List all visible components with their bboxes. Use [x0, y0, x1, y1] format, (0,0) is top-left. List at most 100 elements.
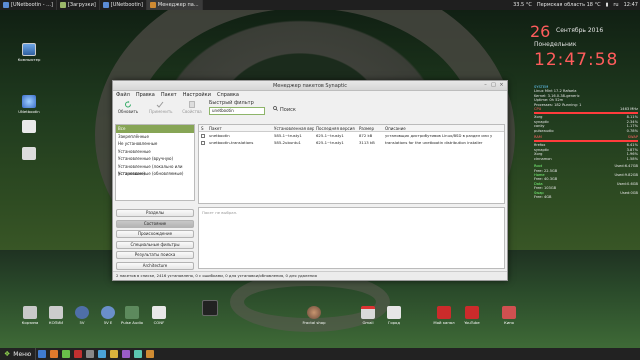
terminal-icon[interactable] — [86, 350, 95, 358]
table-row[interactable]: unetbootin 585-1~trusty1 625-1~trusty1 8… — [199, 132, 504, 139]
properties-button[interactable]: Свойства — [181, 99, 203, 114]
temperature-indicator[interactable]: 33.5 °C — [513, 2, 532, 8]
menubar: Файл Правка Пакет Настройки Справка — [113, 91, 507, 99]
office-icon[interactable] — [134, 350, 143, 358]
column-latest[interactable]: Последняя версия — [314, 125, 357, 131]
youtube-icon — [465, 306, 479, 319]
task-label: [UNetbootin - ...] — [11, 2, 53, 8]
menu-file[interactable]: Файл — [116, 92, 130, 98]
architecture-button[interactable]: Architecture — [116, 261, 194, 270]
skype-icon[interactable] — [98, 350, 107, 358]
column-package[interactable]: Пакет — [207, 125, 272, 131]
dock-item-backups[interactable]: КОПИИ — [42, 306, 70, 325]
menu-help[interactable]: Справка — [217, 92, 239, 98]
archive-icon[interactable] — [110, 350, 119, 358]
dock-item-app[interactable] — [196, 300, 224, 317]
firefox-icon[interactable] — [50, 350, 59, 358]
dock-item-city[interactable]: Город — [380, 306, 408, 325]
minimize-icon[interactable]: – — [483, 83, 488, 88]
media-icon[interactable] — [74, 350, 83, 358]
tray-clock[interactable]: 12:47 — [624, 2, 638, 8]
dock-item-pulseaudio[interactable]: Pulse Audio — [118, 306, 146, 325]
search-icon — [273, 106, 278, 113]
file-icon — [22, 120, 36, 133]
table-row[interactable]: unetbootin-translations 585-2ubuntu1 625… — [199, 139, 504, 146]
battery-icon[interactable]: ▮ — [606, 2, 609, 8]
apply-button[interactable]: Применить — [149, 99, 173, 114]
menu-edit[interactable]: Правка — [136, 92, 155, 98]
drive-icon — [75, 306, 89, 319]
taskbar-item-unetbootin-1[interactable]: [UNetbootin - ...] — [0, 0, 57, 10]
package-description: translations for the unetbootin distribu… — [385, 140, 483, 145]
category-item[interactable]: Установленные (обновляемые) — [116, 170, 194, 178]
system-tray: 33.5 °C Пермская область 18 °C ▮ ru 12:4… — [513, 0, 638, 10]
dock-item-youtube[interactable]: YouTube — [458, 306, 486, 325]
language-indicator[interactable]: ru — [613, 2, 618, 8]
category-item[interactable]: Установленные (локально или устаревшие) — [116, 163, 194, 177]
origin-button[interactable]: Происхождение — [116, 230, 194, 238]
dock-item-cinema[interactable]: Кино — [495, 306, 523, 325]
package-icon[interactable] — [146, 350, 155, 358]
proc-value: 1.58% — [626, 156, 638, 161]
window-body: Все Закреплённые Не установленные Устано… — [113, 120, 507, 271]
dock-item-gmail[interactable]: Gmail — [354, 306, 382, 325]
close-icon[interactable]: × — [499, 83, 504, 88]
desktop-icon-label: Компьютер — [17, 57, 41, 62]
task-label: Менеджер па... — [157, 2, 199, 8]
weather-indicator[interactable]: Пермская область 18 °C — [537, 2, 601, 8]
taskbar-item-synaptic[interactable]: Менеджер па... — [146, 0, 203, 10]
category-item[interactable]: Не установленные — [116, 140, 194, 148]
dock-item-mychannel[interactable]: Мой канал — [430, 306, 458, 325]
quick-filter-input[interactable]: unetbootin — [209, 107, 265, 115]
installed-version: 585-2ubuntu1 — [274, 140, 301, 145]
conky-cpu-label: CPU — [534, 107, 542, 112]
conky-monitor: SYSTEM Linux Mint 17.2 Rafaela Kernel: 3… — [534, 85, 638, 199]
video-icon — [502, 306, 516, 319]
package-name: unetbootin — [209, 133, 230, 138]
search-label: Поиск — [280, 106, 296, 113]
dock-item-fractal[interactable]: Fractal shop — [300, 306, 328, 325]
category-item[interactable]: Закреплённые — [116, 133, 194, 141]
latest-version: 625-1~trusty1 — [316, 133, 344, 138]
search-button[interactable]: Поиск — [273, 106, 296, 113]
dock-item-trash[interactable]: Корзина — [16, 306, 44, 325]
package-checkbox[interactable] — [201, 140, 205, 145]
package-checkbox[interactable] — [201, 133, 205, 138]
filter-panel: Все Закреплённые Не установленные Устано… — [115, 124, 195, 272]
disk-used: Used:6.47GB — [614, 164, 638, 169]
taskbar-item-downloads[interactable]: [Загрузки] — [57, 0, 100, 10]
package-name: unetbootin-translations — [209, 140, 254, 145]
category-item[interactable]: Установленные (вручную) — [116, 155, 194, 163]
menu-settings[interactable]: Настройки — [183, 92, 211, 98]
graphics-icon[interactable] — [122, 350, 131, 358]
menu-package[interactable]: Пакет — [161, 92, 177, 98]
search-results-button[interactable]: Результаты поиска — [116, 251, 194, 259]
disk-used: Used:0.6GB — [616, 181, 638, 186]
status-button[interactable]: Состояние — [116, 219, 194, 228]
start-menu-button[interactable]: ❖ Меню — [0, 348, 37, 360]
desktop-icon-computer[interactable]: Компьютер — [15, 43, 43, 62]
column-description[interactable]: Описание — [383, 125, 492, 131]
package-size: 872 kB — [359, 133, 373, 138]
column-size[interactable]: Размер — [357, 125, 383, 131]
files-icon[interactable] — [62, 350, 71, 358]
category-item[interactable]: Установленные — [116, 148, 194, 156]
window-titlebar[interactable]: Менеджер пакетов Synaptic – □ × — [113, 81, 507, 91]
desktop-icon-unetbootin[interactable]: UNetbootin — [15, 95, 43, 114]
conky-ram-bar — [534, 140, 638, 143]
dock-item-conf[interactable]: CONF — [145, 306, 173, 325]
sections-button[interactable]: Разделы — [116, 209, 194, 217]
maximize-icon[interactable]: □ — [491, 83, 496, 88]
column-installed[interactable]: Установленная вер. — [272, 125, 314, 131]
browser-icon[interactable] — [38, 350, 47, 358]
category-item[interactable]: Все — [116, 125, 194, 133]
unetbootin-icon — [22, 95, 36, 108]
taskbar-item-unetbootin-2[interactable]: [UNetbootin] — [100, 0, 147, 10]
desktop-icon-book[interactable] — [15, 147, 43, 161]
dock-item-5v[interactable]: 5V — [68, 306, 96, 325]
custom-filters-button[interactable]: Специальные фильтры — [116, 240, 194, 249]
column-status[interactable]: S — [199, 125, 207, 131]
reload-button[interactable]: Обновить — [117, 99, 139, 114]
trash-icon — [23, 306, 37, 319]
desktop-icon-file[interactable] — [15, 120, 43, 134]
